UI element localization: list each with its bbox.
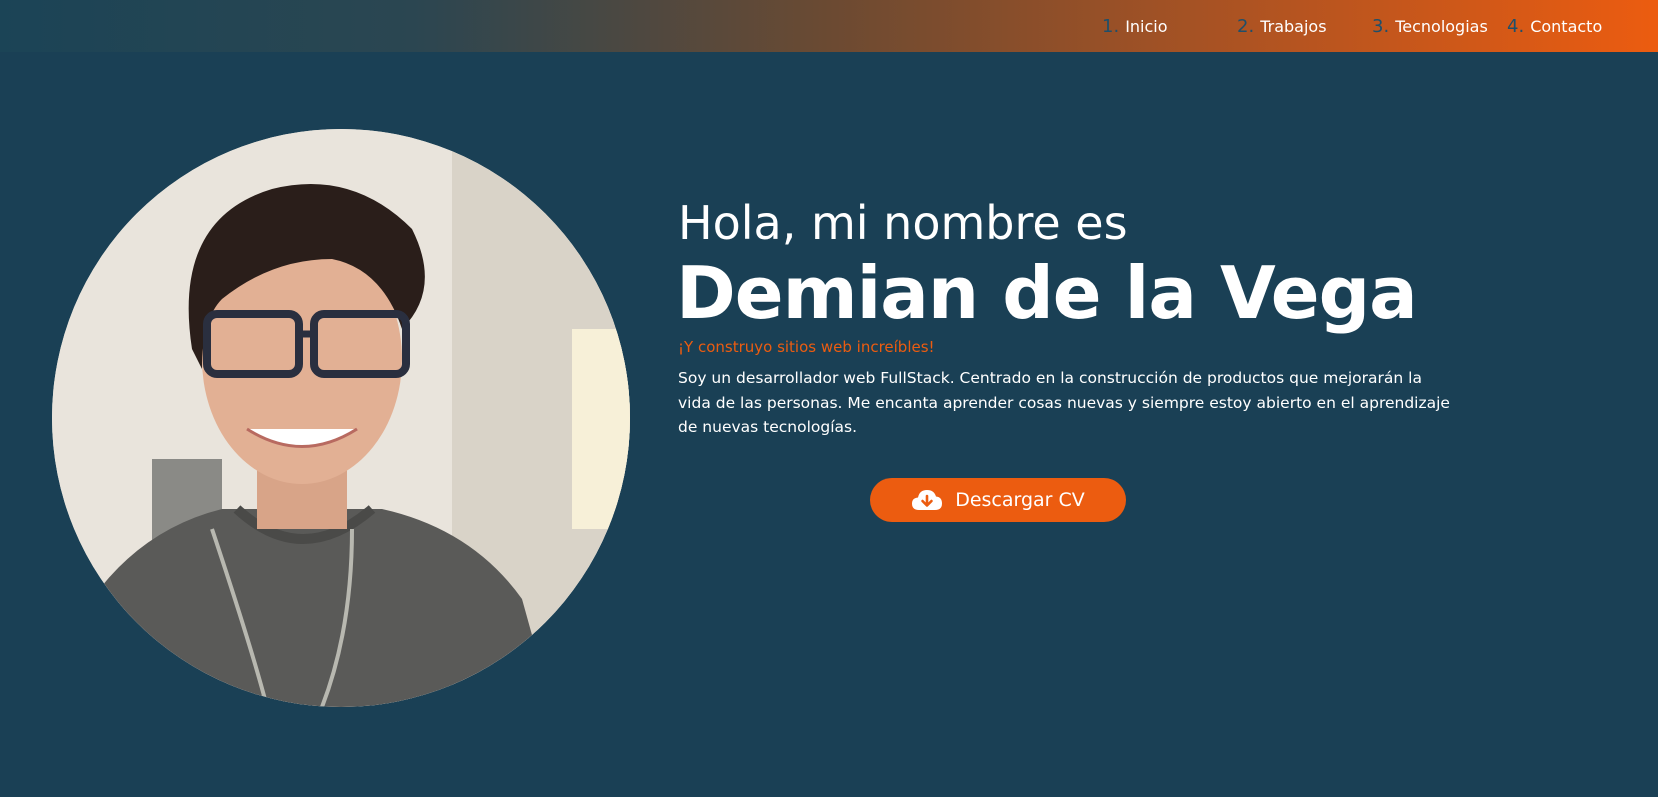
profile-photo-illustration xyxy=(52,129,630,707)
cloud-download-icon xyxy=(912,490,943,510)
hero-name: Demian de la Vega xyxy=(676,251,1418,335)
nav-item-number: 2. xyxy=(1237,15,1255,37)
nav-item-contacto[interactable]: 4. Contacto xyxy=(1507,0,1602,52)
nav-item-label: Inicio xyxy=(1125,16,1168,36)
profile-photo xyxy=(52,129,630,707)
hero-greeting: Hola, mi nombre es xyxy=(678,196,1128,250)
hero-bio: Soy un desarrollador web FullStack. Cent… xyxy=(678,369,1450,436)
hero-tagline: ¡Y construyo sitios web increíbles! xyxy=(678,338,935,356)
nav-item-label: Tecnologias xyxy=(1395,16,1488,36)
nav-item-number: 1. xyxy=(1102,15,1120,37)
download-cv-button[interactable]: Descargar CV xyxy=(870,478,1126,522)
nav-item-tecnologias[interactable]: 3. Tecnologias xyxy=(1372,0,1488,52)
nav-item-label: Trabajos xyxy=(1260,16,1327,36)
nav-item-number: 4. xyxy=(1507,15,1525,37)
nav-item-inicio[interactable]: 1. Inicio xyxy=(1102,0,1168,52)
nav-item-label: Contacto xyxy=(1530,16,1603,36)
download-cv-label: Descargar CV xyxy=(955,489,1085,511)
top-navigation: 1. Inicio 2. Trabajos 3. Tecnologias 4. … xyxy=(0,0,1658,52)
nav-item-trabajos[interactable]: 2. Trabajos xyxy=(1237,0,1327,52)
nav-item-number: 3. xyxy=(1372,15,1390,37)
